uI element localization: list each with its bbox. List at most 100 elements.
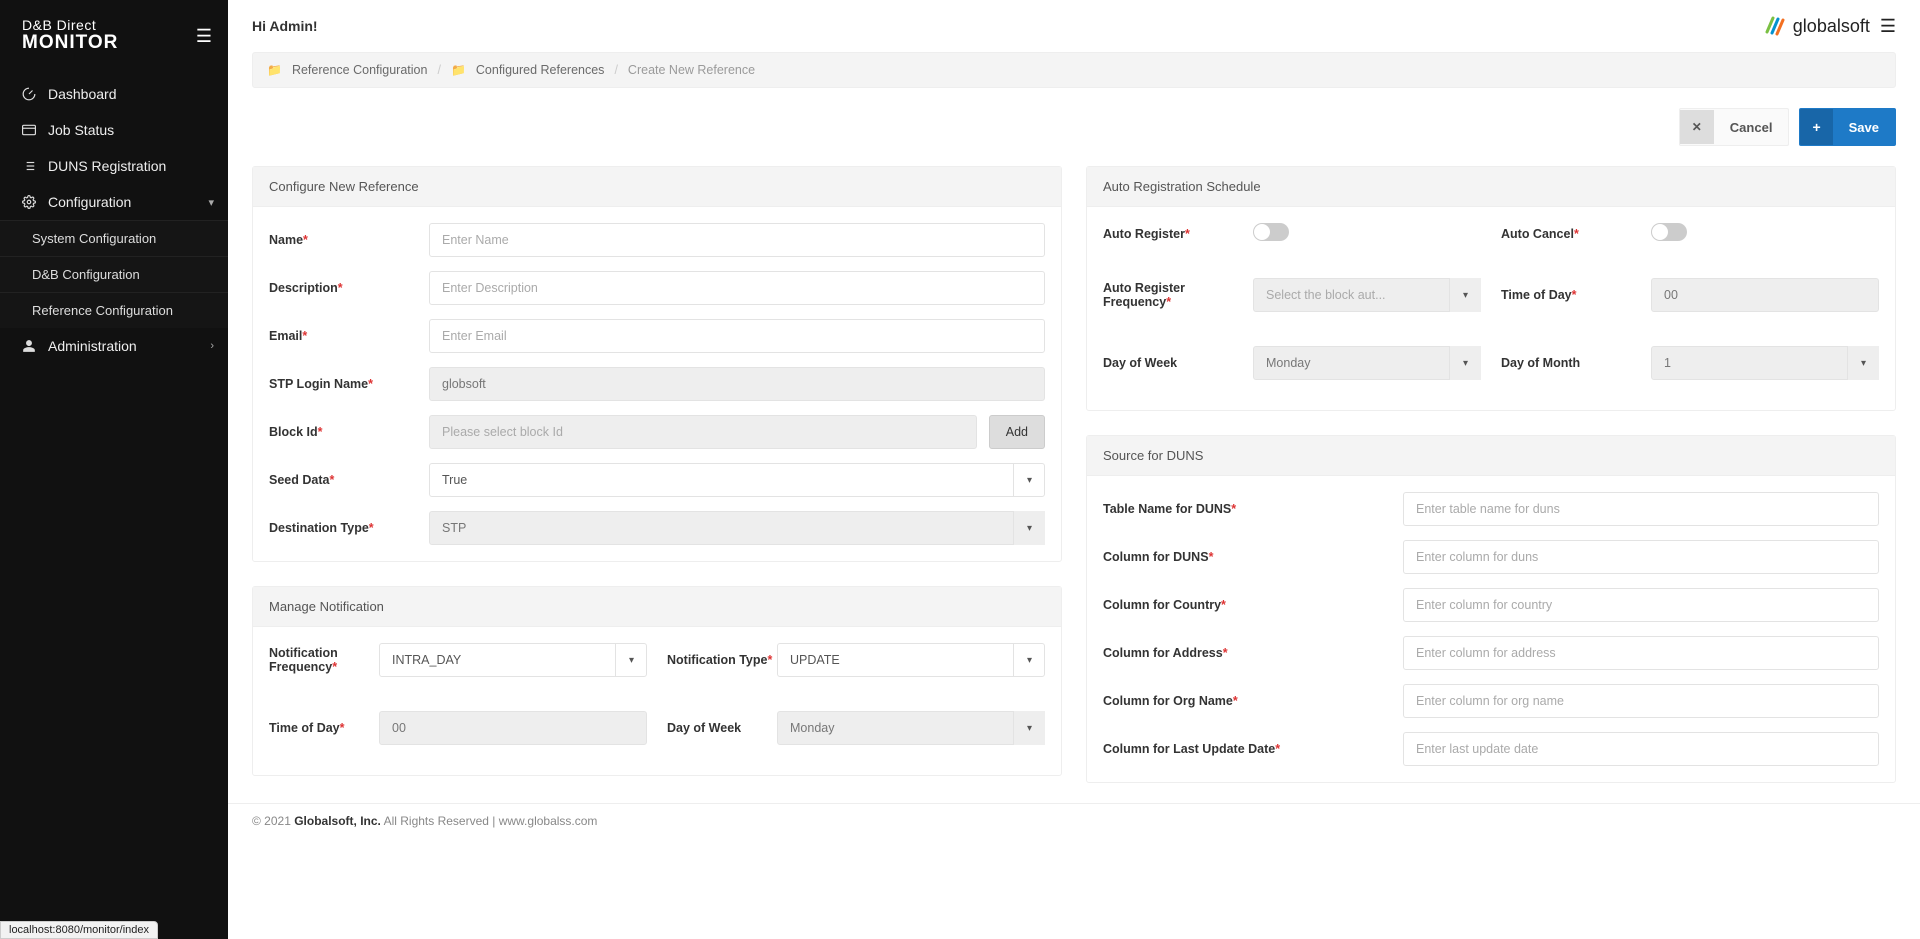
topbar-right: globalsoft ☰ [1763,14,1896,38]
label-notif-day-of-week: Day of Week [667,721,777,735]
card-source-duns: Source for DUNS Table Name for DUNS* Col… [1086,435,1896,783]
greeting: Hi Admin! [252,18,318,34]
auto-day-of-month-select [1651,346,1879,380]
sidebar: D&B Direct MONITOR ☰ Dashboard Job Statu… [0,0,228,939]
label-stp-login: STP Login Name* [269,377,429,391]
folder-icon: 📁 [267,63,282,77]
card-header: Source for DUNS [1087,436,1895,476]
user-icon [20,339,38,353]
breadcrumb-link[interactable]: Configured References [476,63,605,77]
save-button[interactable]: + Save [1799,108,1896,146]
main: Hi Admin! globalsoft ☰ 📁 Reference Confi… [228,0,1920,939]
close-icon: ✕ [1680,110,1714,144]
sidebar-item-job-status[interactable]: Job Status [0,112,228,148]
actions-row: ✕ Cancel + Save [252,108,1896,146]
notif-frequency-select[interactable] [379,643,647,677]
sidebar-item-duns-registration[interactable]: DUNS Registration [0,148,228,184]
list-icon [20,159,38,173]
brand-icon [1763,14,1787,38]
label-column-org: Column for Org Name* [1103,694,1403,708]
logo-line2: MONITOR [22,33,118,54]
label-block-id: Block Id* [269,425,429,439]
status-bar-url: localhost:8080/monitor/index [0,921,158,939]
add-button[interactable]: Add [989,415,1045,449]
topbar-menu-icon[interactable]: ☰ [1880,16,1896,37]
sidebar-subitem-reference-configuration[interactable]: Reference Configuration [0,292,228,328]
seed-data-select[interactable] [429,463,1045,497]
card-header: Manage Notification [253,587,1061,627]
column-address-input[interactable] [1403,636,1879,670]
label-auto-day-of-month: Day of Month [1501,356,1651,370]
label-notif-frequency: Notification Frequency* [269,646,379,674]
notif-time-input [379,711,647,745]
column-country-input[interactable] [1403,588,1879,622]
label-notif-type: Notification Type* [667,653,777,667]
breadcrumbs: 📁 Reference Configuration / 📁 Configured… [252,52,1896,88]
button-label: Save [1843,110,1895,145]
label-destination-type: Destination Type* [269,521,429,535]
content: 📁 Reference Configuration / 📁 Configured… [228,52,1920,803]
sidebar-item-administration[interactable]: Administration › [0,328,228,364]
label-auto-time-of-day: Time of Day* [1501,288,1651,302]
sidebar-item-label: Job Status [48,122,114,138]
label-auto-day-of-week: Day of Week [1103,356,1253,370]
chevron-down-icon: ▾ [208,196,214,209]
plus-icon: + [1800,109,1832,145]
label-auto-register: Auto Register* [1103,227,1253,241]
breadcrumb-link[interactable]: Reference Configuration [292,63,428,77]
sidebar-item-label: DUNS Registration [48,158,166,174]
card-header: Configure New Reference [253,167,1061,207]
table-name-input[interactable] [1403,492,1879,526]
label-seed-data: Seed Data* [269,473,429,487]
label-notif-time-of-day: Time of Day* [269,721,379,735]
card-icon [20,124,38,136]
notif-type-select[interactable] [777,643,1045,677]
column-duns-input[interactable] [1403,540,1879,574]
chevron-right-icon: › [210,340,214,352]
block-id-input [429,415,977,449]
breadcrumb-sep: / [437,63,440,77]
column-org-input[interactable] [1403,684,1879,718]
sidebar-subitem-dnb-configuration[interactable]: D&B Configuration [0,256,228,292]
footer: © 2021 Globalsoft, Inc. All Rights Reser… [228,803,1920,838]
label-auto-cancel: Auto Cancel* [1501,227,1651,241]
label-description: Description* [269,281,429,295]
brand-logo: globalsoft [1763,14,1870,38]
card-auto-registration: Auto Registration Schedule Auto Register… [1086,166,1896,411]
destination-type-select [429,511,1045,545]
column-last-update-input[interactable] [1403,732,1879,766]
gear-icon [20,195,38,209]
description-input[interactable] [429,271,1045,305]
label-column-last-update: Column for Last Update Date* [1103,742,1403,756]
card-manage-notification: Manage Notification Notification Frequen… [252,586,1062,776]
name-input[interactable] [429,223,1045,257]
brand-text: globalsoft [1793,16,1870,37]
label-auto-frequency: Auto Register Frequency* [1103,281,1253,309]
folder-icon: 📁 [451,63,466,77]
auto-time-input [1651,278,1879,312]
auto-frequency-select [1253,278,1481,312]
sidebar-item-label: Configuration [48,194,131,210]
label-email: Email* [269,329,429,343]
email-input[interactable] [429,319,1045,353]
sidebar-item-configuration[interactable]: Configuration ▾ [0,184,228,220]
sidebar-item-label: Administration [48,338,137,354]
sidebar-toggle-icon[interactable]: ☰ [196,26,212,47]
logo-line1: D&B Direct [22,18,118,33]
auto-register-toggle[interactable] [1253,223,1289,241]
label-column-address: Column for Address* [1103,646,1403,660]
label-table-name-duns: Table Name for DUNS* [1103,502,1403,516]
card-configure-reference: Configure New Reference Name* Descriptio… [252,166,1062,562]
notif-day-select [777,711,1045,745]
auto-day-of-week-select [1253,346,1481,380]
auto-cancel-toggle[interactable] [1651,223,1687,241]
logo: D&B Direct MONITOR [22,18,118,54]
sidebar-item-dashboard[interactable]: Dashboard [0,76,228,112]
label-name: Name* [269,233,429,247]
topbar: Hi Admin! globalsoft ☰ [228,0,1920,52]
sidebar-subitem-system-configuration[interactable]: System Configuration [0,220,228,256]
cancel-button[interactable]: ✕ Cancel [1679,108,1790,146]
breadcrumb-sep: / [614,63,617,77]
gauge-icon [20,87,38,101]
sidebar-sub-configuration: System Configuration D&B Configuration R… [0,220,228,328]
